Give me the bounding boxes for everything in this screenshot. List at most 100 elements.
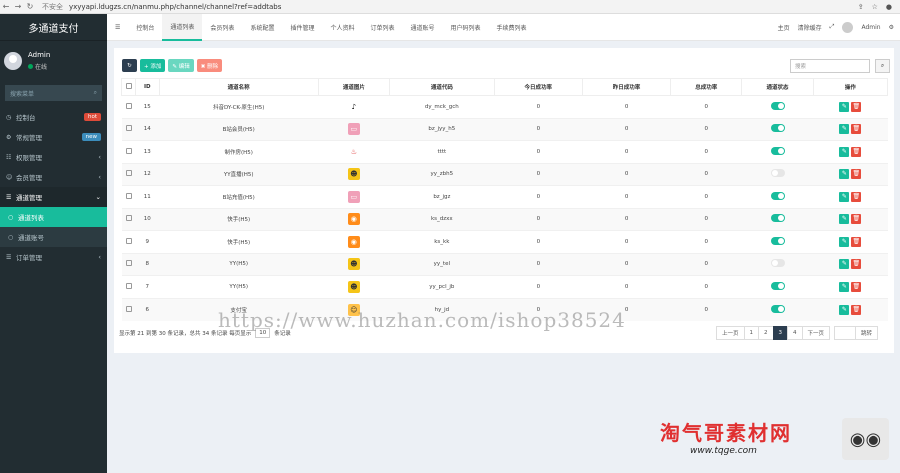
status-toggle[interactable]	[770, 169, 785, 178]
page-1[interactable]: 1	[743, 326, 760, 340]
delete-icon[interactable]: 🗑	[851, 124, 862, 135]
avatar[interactable]	[842, 21, 854, 33]
edit-icon[interactable]: ✎	[839, 214, 850, 225]
row-actions: ✎ 🗑	[813, 117, 888, 141]
forward-icon[interactable]: →	[12, 2, 24, 11]
status-toggle[interactable]	[770, 281, 785, 290]
delete-icon[interactable]: 🗑	[851, 236, 862, 247]
menu-toggle-icon[interactable]: ☰	[107, 14, 128, 41]
search-icon[interactable]: ⌕	[875, 59, 890, 73]
chevron-left-icon: ‹	[98, 153, 101, 161]
edit-icon[interactable]: ✎	[839, 281, 850, 292]
row-image: ♨	[318, 140, 390, 163]
row-checkbox[interactable]	[121, 140, 136, 163]
edit-icon[interactable]: ✎	[839, 259, 850, 270]
status-toggle[interactable]	[770, 191, 785, 200]
delete-button[interactable]: ✖ 删除	[196, 59, 223, 72]
tab-usercode[interactable]: 用户码列表	[443, 14, 489, 41]
sidebar-item-channel-account[interactable]: ○ 通道账号	[0, 227, 107, 247]
settings-icon[interactable]: ⚙	[889, 24, 894, 31]
status-toggle[interactable]	[770, 304, 785, 313]
profile-icon[interactable]: ●	[886, 3, 892, 11]
page-3[interactable]: 3	[772, 326, 789, 340]
row-checkbox[interactable]	[121, 117, 136, 141]
sidebar-item-dashboard[interactable]: ◷ 控制台 hot	[0, 107, 107, 127]
status-toggle[interactable]	[770, 124, 785, 133]
status-toggle[interactable]	[770, 214, 785, 223]
delete-icon[interactable]: 🗑	[851, 191, 862, 202]
row-checkbox[interactable]	[121, 185, 136, 208]
add-button[interactable]: + 添加	[140, 59, 166, 72]
table-search-input[interactable]: 搜索	[790, 59, 870, 73]
status-toggle[interactable]	[770, 101, 785, 110]
home-link[interactable]: 主页	[778, 23, 790, 32]
row-checkbox[interactable]	[121, 95, 136, 118]
tab-plugins[interactable]: 插件管理	[282, 14, 322, 41]
sidebar-item-auth[interactable]: ☷ 权限管理 ‹	[0, 147, 107, 167]
channel-table: ID 通道名称 通道图片 通道代码 今日成功率 昨日成功率 总成功率 通道状态 操作 15 抖音D…	[121, 78, 889, 321]
edit-icon[interactable]: ✎	[839, 124, 850, 135]
row-id: 14	[135, 117, 160, 141]
page-4[interactable]: 4	[787, 326, 803, 340]
star-icon[interactable]: ☆	[872, 3, 878, 11]
row-checkbox[interactable]	[121, 230, 136, 253]
select-all-checkbox[interactable]	[121, 78, 136, 96]
status-toggle[interactable]	[770, 236, 785, 245]
row-actions: ✎ 🗑	[813, 162, 888, 186]
row-code: yy_tel	[389, 252, 495, 276]
row-checkbox[interactable]	[121, 162, 136, 186]
edit-icon[interactable]: ✎	[839, 304, 850, 315]
status-toggle[interactable]	[770, 259, 785, 268]
row-checkbox[interactable]	[121, 297, 136, 321]
row-status	[741, 95, 814, 118]
clear-cache-button[interactable]: 清除缓存	[798, 23, 822, 32]
edit-icon[interactable]: ✎	[839, 169, 850, 180]
reload-icon[interactable]: ↻	[24, 2, 36, 11]
delete-icon[interactable]: 🗑	[851, 146, 862, 157]
tab-channel-list[interactable]: 通道列表	[162, 13, 203, 41]
jump-button[interactable]: 跳转	[855, 326, 879, 340]
row-checkbox[interactable]	[121, 252, 136, 276]
tab-orders[interactable]: 订单列表	[362, 14, 402, 41]
address-bar[interactable]: yxyyapi.ldugzs.cn/nanmu.php/channel/chan…	[69, 3, 281, 11]
tab-fees[interactable]: 手续费列表	[489, 14, 535, 41]
back-icon[interactable]: ←	[0, 2, 12, 11]
row-checkbox[interactable]	[121, 275, 136, 298]
row-checkbox[interactable]	[121, 207, 136, 231]
edit-button[interactable]: ✎ 编辑	[168, 59, 194, 72]
page-2[interactable]: 2	[758, 326, 774, 340]
delete-icon[interactable]: 🗑	[851, 214, 862, 225]
next-page-button[interactable]: 下一页	[801, 326, 831, 340]
tab-config[interactable]: 系统配置	[242, 14, 282, 41]
refresh-button[interactable]: ↻	[122, 59, 137, 72]
edit-icon[interactable]: ✎	[839, 146, 850, 157]
tab-channel-account[interactable]: 通道账号	[403, 14, 443, 41]
prev-page-button[interactable]: 上一页	[716, 326, 745, 340]
status-toggle[interactable]	[770, 146, 785, 155]
tab-member-list[interactable]: 会员列表	[202, 14, 242, 41]
sidebar-item-channel-list[interactable]: ○ 通道列表	[0, 207, 107, 227]
edit-icon[interactable]: ✎	[839, 191, 850, 202]
menu-search[interactable]: 搜索菜单 ⌕	[5, 85, 102, 101]
delete-icon[interactable]: 🗑	[851, 101, 862, 112]
sidebar-item-general[interactable]: ⚙ 常规管理 new	[0, 127, 107, 147]
delete-icon[interactable]: 🗑	[851, 259, 862, 270]
delete-icon[interactable]: 🗑	[851, 169, 862, 180]
search-icon[interactable]: ⌕	[94, 89, 97, 97]
edit-icon[interactable]: ✎	[839, 236, 850, 247]
fullscreen-icon[interactable]: ⤢	[830, 23, 835, 31]
app-logo[interactable]: 多通道支付	[0, 14, 107, 41]
row-status	[741, 297, 814, 321]
delete-icon[interactable]: 🗑	[851, 304, 862, 315]
admin-menu[interactable]: Admin	[861, 24, 880, 31]
sidebar-item-member[interactable]: ☺ 会员管理 ‹	[0, 167, 107, 187]
tab-dashboard[interactable]: 控制台	[128, 14, 162, 41]
sidebar: 多通道支付 Admin 在线 搜索菜单 ⌕ ◷ 控制台 hot ⚙ 常规管理 new ☷ 权…	[0, 14, 107, 473]
tab-profile[interactable]: 个人资料	[322, 14, 362, 41]
share-icon[interactable]: ⇪	[858, 3, 864, 11]
sidebar-item-orders[interactable]: ☰ 订单管理 ‹	[0, 247, 107, 267]
jump-page-input[interactable]	[834, 326, 857, 340]
sidebar-item-channel[interactable]: ☰ 通道管理 ⌄	[0, 187, 107, 207]
edit-icon[interactable]: ✎	[839, 101, 850, 112]
delete-icon[interactable]: 🗑	[851, 281, 862, 292]
